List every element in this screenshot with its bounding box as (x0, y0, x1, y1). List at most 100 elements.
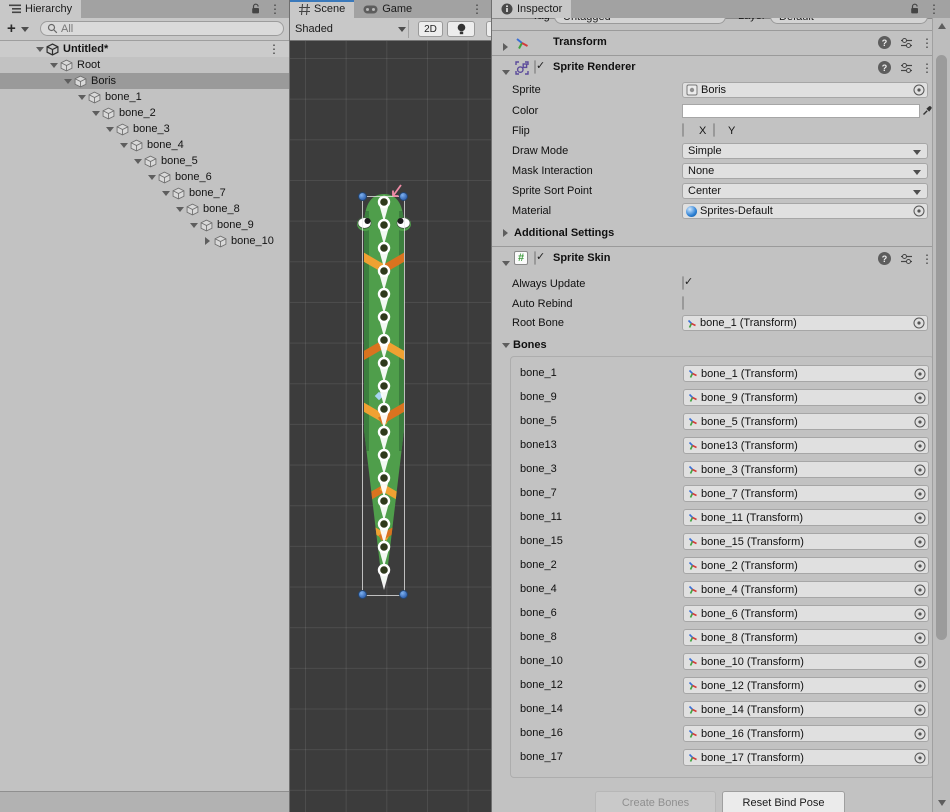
presets-icon[interactable] (900, 62, 913, 74)
bone-object-field[interactable]: bone_10 (Transform) (683, 653, 929, 670)
hierarchy-item-bone_5[interactable]: bone_5 (0, 153, 289, 169)
foldout-expanded-icon[interactable] (118, 137, 129, 153)
flip-x-checkbox[interactable] (682, 123, 684, 137)
object-picker-icon[interactable] (914, 752, 926, 764)
help-icon[interactable]: ? (878, 36, 891, 49)
splitter-hierarchy-scene[interactable] (289, 0, 290, 812)
hierarchy-item-bone_3[interactable]: bone_3 (0, 121, 289, 137)
object-picker-icon[interactable] (914, 512, 926, 524)
bone-object-field[interactable]: bone_6 (Transform) (683, 605, 929, 622)
bone-object-field[interactable]: bone_15 (Transform) (683, 533, 929, 550)
component-enabled-checkbox[interactable] (534, 251, 536, 265)
inspector-scrollbar[interactable] (932, 18, 950, 812)
help-icon[interactable]: ? (878, 252, 891, 265)
object-picker-icon[interactable] (913, 317, 925, 329)
object-picker-icon[interactable] (914, 416, 926, 428)
scrollbar-thumb[interactable] (936, 55, 947, 640)
bone-object-field[interactable]: bone_16 (Transform) (683, 725, 929, 742)
scene-viewport[interactable] (290, 41, 491, 812)
bone-object-field[interactable]: bone_9 (Transform) (683, 389, 929, 406)
foldout-expanded-icon[interactable] (146, 169, 157, 185)
bone-object-field[interactable]: bone_11 (Transform) (683, 509, 929, 526)
object-picker-icon[interactable] (914, 728, 926, 740)
layer-dropdown[interactable]: Default (770, 18, 928, 24)
foldout-expanded-icon[interactable] (132, 153, 143, 169)
hierarchy-item-bone_9[interactable]: bone_9 (0, 217, 289, 233)
foldout-expanded-icon[interactable] (76, 89, 87, 105)
draw-mode-dropdown[interactable]: Simple (682, 143, 928, 159)
hierarchy-item-bone_10[interactable]: bone_10 (0, 233, 289, 249)
flip-y-checkbox[interactable] (713, 123, 715, 137)
inspector-menu-kebab-icon[interactable]: ⋮ (928, 0, 940, 18)
object-picker-icon[interactable] (913, 205, 925, 217)
foldout-expanded-icon[interactable] (188, 217, 199, 233)
hierarchy-item-root[interactable]: Root (0, 57, 289, 73)
always-update-checkbox[interactable] (682, 276, 684, 290)
hierarchy-item-bone_7[interactable]: bone_7 (0, 185, 289, 201)
bone-object-field[interactable]: bone_4 (Transform) (683, 581, 929, 598)
sprite-object-field[interactable]: Boris (682, 82, 928, 98)
bone-object-field[interactable]: bone_2 (Transform) (683, 557, 929, 574)
scroll-up-icon[interactable] (938, 23, 946, 29)
component-enabled-checkbox[interactable] (534, 60, 536, 74)
foldout-expanded-icon[interactable] (174, 201, 185, 217)
bone-object-field[interactable]: bone_1 (Transform) (683, 365, 929, 382)
root-bone-object-field[interactable]: bone_1 (Transform) (682, 315, 928, 331)
additional-settings-row[interactable]: Additional Settings (492, 225, 932, 242)
foldout-collapsed-icon[interactable] (500, 39, 511, 55)
object-picker-icon[interactable] (913, 84, 925, 96)
hierarchy-item-bone_1[interactable]: bone_1 (0, 89, 289, 105)
tab-inspector[interactable]: Inspector (492, 0, 571, 18)
object-picker-icon[interactable] (914, 536, 926, 548)
splitter-scene-inspector[interactable] (491, 0, 492, 812)
hierarchy-item-untitled[interactable]: Untitled*⋮ (0, 41, 289, 57)
object-picker-icon[interactable] (914, 632, 926, 644)
auto-rebind-checkbox[interactable] (682, 296, 684, 310)
tab-game[interactable]: Game (354, 0, 421, 18)
selection-handle-top-left[interactable] (358, 192, 367, 201)
scene-menu-kebab-icon[interactable]: ⋮ (471, 0, 483, 18)
object-picker-icon[interactable] (914, 488, 926, 500)
scroll-down-icon[interactable] (938, 800, 946, 806)
foldout-expanded-icon[interactable] (500, 337, 511, 353)
add-dropdown-icon[interactable] (21, 27, 29, 32)
presets-icon[interactable] (900, 37, 913, 49)
foldout-expanded-icon[interactable] (160, 185, 171, 201)
lock-icon[interactable] (251, 3, 261, 15)
sprite-renderer-component-header[interactable]: Sprite Renderer ? ⋮ (492, 56, 932, 80)
object-picker-icon[interactable] (914, 440, 926, 452)
tag-dropdown[interactable]: Untagged (554, 18, 726, 24)
lock-icon[interactable] (910, 3, 920, 15)
tab-scene[interactable]: Scene (290, 0, 354, 18)
color-swatch[interactable] (682, 104, 920, 118)
hierarchy-item-boris[interactable]: Boris (0, 73, 289, 89)
object-picker-icon[interactable] (914, 704, 926, 716)
object-picker-icon[interactable] (914, 560, 926, 572)
hierarchy-item-bone_6[interactable]: bone_6 (0, 169, 289, 185)
selection-handle-bottom-right[interactable] (399, 590, 408, 599)
selection-handle-bottom-left[interactable] (358, 590, 367, 599)
shading-mode-dropdown[interactable]: Shaded (295, 21, 405, 37)
object-picker-icon[interactable] (914, 584, 926, 596)
foldout-expanded-icon[interactable] (48, 57, 59, 73)
sprite-skin-component-header[interactable]: # Sprite Skin ? ⋮ (492, 247, 932, 271)
shading-dropdown-arrow-icon[interactable] (398, 27, 406, 32)
bone-object-field[interactable]: bone13 (Transform) (683, 437, 929, 454)
mask-interaction-dropdown[interactable]: None (682, 163, 928, 179)
transform-component-header[interactable]: Transform ? ⋮ (492, 31, 932, 55)
object-picker-icon[interactable] (914, 464, 926, 476)
hierarchy-item-bone_8[interactable]: bone_8 (0, 201, 289, 217)
object-picker-icon[interactable] (914, 608, 926, 620)
add-gameobject-button[interactable]: + (7, 20, 16, 37)
help-icon[interactable]: ? (878, 61, 891, 74)
hierarchy-search-input[interactable]: All (40, 21, 284, 36)
lighting-toggle-button[interactable] (447, 21, 475, 37)
reset-bind-pose-button[interactable]: Reset Bind Pose (722, 791, 845, 812)
bone-object-field[interactable]: bone_7 (Transform) (683, 485, 929, 502)
foldout-expanded-icon[interactable] (90, 105, 101, 121)
object-picker-icon[interactable] (914, 656, 926, 668)
object-picker-icon[interactable] (914, 680, 926, 692)
bones-foldout-row[interactable]: Bones (492, 337, 932, 354)
bone-object-field[interactable]: bone_12 (Transform) (683, 677, 929, 694)
bone-object-field[interactable]: bone_5 (Transform) (683, 413, 929, 430)
